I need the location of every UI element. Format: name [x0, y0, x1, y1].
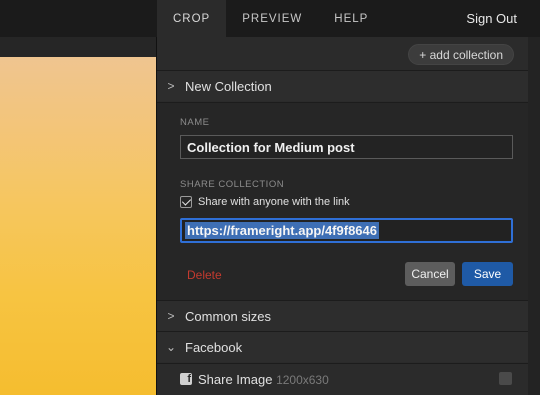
share-image-label: Share Image 1200x630 — [198, 372, 329, 387]
share-image-size: 1200x630 — [276, 373, 329, 387]
share-link-checkbox-row[interactable]: Share with anyone with the link — [180, 196, 350, 208]
save-button[interactable]: Save — [462, 262, 513, 286]
section-facebook[interactable]: ⌄ Facebook — [157, 331, 528, 362]
name-label: NAME — [180, 117, 210, 128]
chevron-right-icon: > — [167, 79, 175, 93]
facebook-share-image-item[interactable]: f Share Image 1200x630 — [157, 363, 528, 395]
chevron-down-icon: ⌄ — [165, 340, 177, 354]
collection-form: NAME SHARE COLLECTION Share with anyone … — [157, 102, 528, 300]
image-canvas[interactable] — [0, 57, 157, 395]
section-label: New Collection — [185, 78, 272, 94]
chevron-right-icon: > — [167, 309, 175, 323]
share-image-checkbox[interactable] — [499, 372, 512, 385]
main-nav: CROP PREVIEW HELP — [157, 0, 384, 37]
share-link-text: https://frameright.app/4f9f8646 — [185, 222, 379, 239]
share-link-field[interactable]: https://frameright.app/4f9f8646 — [180, 218, 513, 243]
canvas-header — [0, 37, 157, 57]
section-label: Common sizes — [185, 308, 271, 324]
panel-scrollbar[interactable] — [528, 37, 540, 395]
section-label: Facebook — [185, 339, 243, 355]
share-checkbox[interactable] — [180, 196, 192, 208]
section-common-sizes[interactable]: > Common sizes — [157, 300, 528, 331]
share-collection-label: SHARE COLLECTION — [180, 179, 285, 190]
tab-crop[interactable]: CROP — [157, 0, 227, 37]
collection-name-input[interactable] — [180, 135, 513, 159]
add-collection-button[interactable]: + add collection — [408, 44, 514, 65]
sign-out-link[interactable]: Sign Out — [466, 0, 517, 37]
section-new-collection[interactable]: > New Collection — [157, 70, 528, 101]
delete-button[interactable]: Delete — [187, 268, 222, 282]
facebook-icon: f — [180, 373, 192, 385]
share-image-name: Share Image — [198, 372, 273, 387]
cancel-button[interactable]: Cancel — [405, 262, 455, 286]
collections-panel: + add collection > New Collection NAME S… — [157, 37, 528, 395]
add-collection-row: + add collection — [157, 37, 528, 70]
tab-preview[interactable]: PREVIEW — [226, 0, 318, 37]
tab-help[interactable]: HELP — [318, 0, 384, 37]
share-checkbox-label: Share with anyone with the link — [198, 196, 350, 208]
